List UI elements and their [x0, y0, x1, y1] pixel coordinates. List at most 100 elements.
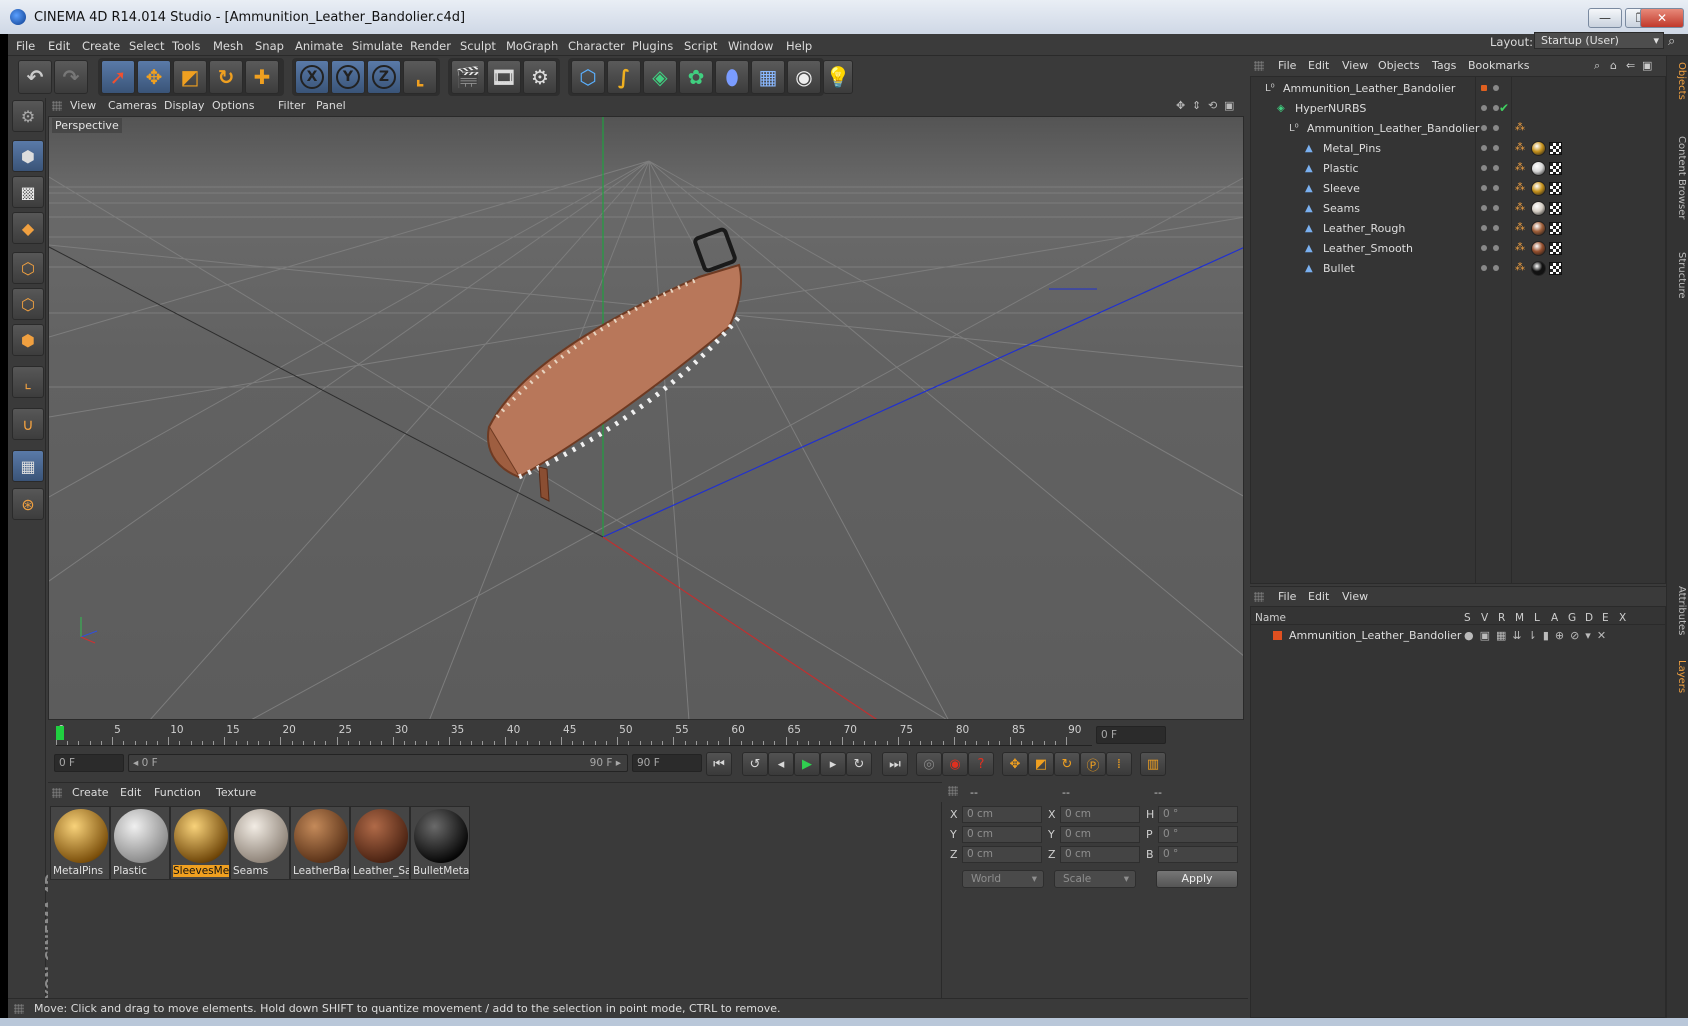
- collapse-icon[interactable]: ⇐: [1626, 59, 1635, 72]
- material-thumbnail[interactable]: Plastic: [110, 806, 170, 880]
- objects-menu-file[interactable]: File: [1278, 59, 1296, 72]
- menu-character[interactable]: Character: [568, 39, 625, 53]
- phong-tag-icon[interactable]: ⁂: [1515, 162, 1525, 173]
- object-name[interactable]: Leather_Rough: [1323, 222, 1405, 235]
- tab-objects[interactable]: Objects: [1669, 62, 1687, 100]
- editor-visibility-dot[interactable]: [1481, 225, 1487, 231]
- editor-visibility-dot[interactable]: [1481, 145, 1487, 151]
- viewport-menu-display[interactable]: Display: [164, 99, 205, 112]
- editor-visibility-dot[interactable]: [1481, 265, 1487, 271]
- redo-icon[interactable]: ↷: [54, 60, 88, 94]
- viewport-menu-panel[interactable]: Panel: [316, 99, 346, 112]
- menu-mesh[interactable]: Mesh: [213, 39, 243, 53]
- object-name[interactable]: Ammunition_Leather_Bandolier: [1283, 82, 1455, 95]
- object-name[interactable]: HyperNURBS: [1295, 102, 1366, 115]
- layers-menu-view[interactable]: View: [1342, 590, 1368, 603]
- render-visibility-dot[interactable]: [1493, 145, 1499, 151]
- object-tree-row[interactable]: ▲ Leather_Rough ⁂: [1251, 219, 1665, 239]
- rot-h-field[interactable]: 0 °: [1158, 806, 1238, 823]
- menu-window[interactable]: Window: [728, 39, 773, 53]
- next-key-icon[interactable]: ↻: [846, 752, 872, 776]
- objects-menu-tags[interactable]: Tags: [1432, 59, 1456, 72]
- object-tree-row[interactable]: L⁰ Ammunition_Leather_Bandolier: [1251, 79, 1665, 99]
- undo-icon[interactable]: ↶: [18, 60, 52, 94]
- floor-environment-icon[interactable]: ▦: [751, 60, 785, 94]
- material-tag-icon[interactable]: [1531, 201, 1546, 216]
- points-mode-icon[interactable]: ⬡: [12, 252, 44, 284]
- preview-range-slider[interactable]: ◂ 0 F 90 F ▸: [128, 754, 628, 772]
- material-tag-icon[interactable]: [1531, 221, 1546, 236]
- editor-visibility-dot[interactable]: [1481, 125, 1487, 131]
- object-name[interactable]: Metal_Pins: [1323, 142, 1381, 155]
- play-icon[interactable]: ▶: [794, 752, 820, 776]
- y-axis-lock-button[interactable]: Y: [331, 60, 365, 94]
- close-button[interactable]: ✕: [1640, 8, 1684, 28]
- menu-help[interactable]: Help: [786, 39, 812, 53]
- deformer-bend-icon[interactable]: ⬮: [715, 60, 749, 94]
- material-tag-icon[interactable]: [1531, 261, 1546, 276]
- menu-animate[interactable]: Animate: [295, 39, 343, 53]
- uvw-tag-icon[interactable]: [1549, 222, 1562, 235]
- workplane-mode-icon[interactable]: ◆: [12, 212, 44, 244]
- menu-render[interactable]: Render: [410, 39, 451, 53]
- menu-simulate[interactable]: Simulate: [352, 39, 403, 53]
- panel-grip-icon[interactable]: [52, 788, 62, 798]
- object-tree-row[interactable]: ▲ Sleeve ⁂: [1251, 179, 1665, 199]
- editor-visibility-dot[interactable]: [1481, 165, 1487, 171]
- material-tag-icon[interactable]: [1531, 141, 1546, 156]
- editor-visibility-dot[interactable]: [1481, 205, 1487, 211]
- key-rotation-icon[interactable]: ↻: [1054, 752, 1080, 776]
- panel-grip-icon[interactable]: [1254, 61, 1264, 71]
- phong-tag-icon[interactable]: ⁂: [1515, 242, 1525, 253]
- workplane-lock-icon[interactable]: ▦: [12, 450, 44, 482]
- previous-frame-icon[interactable]: ◂: [768, 752, 794, 776]
- key-position-icon[interactable]: ✥: [1002, 752, 1028, 776]
- coordinate-system-dropdown[interactable]: World ▾: [962, 870, 1044, 888]
- menu-file[interactable]: File: [16, 39, 35, 53]
- render-visibility-dot[interactable]: [1493, 185, 1499, 191]
- phong-tag-icon[interactable]: ⁂: [1515, 142, 1525, 153]
- uvw-tag-icon[interactable]: [1549, 202, 1562, 215]
- tab-structure[interactable]: Structure: [1669, 252, 1687, 299]
- render-visibility-dot[interactable]: [1493, 165, 1499, 171]
- rotate-tool-icon[interactable]: ↻: [209, 60, 243, 94]
- object-tree-row[interactable]: L⁰ Ammunition_Leather_Bandolier ⁂: [1251, 119, 1665, 139]
- editor-visibility-dot[interactable]: [1481, 185, 1487, 191]
- editor-visibility-dot[interactable]: [1481, 105, 1487, 111]
- object-name[interactable]: Seams: [1323, 202, 1360, 215]
- objects-menu-edit[interactable]: Edit: [1308, 59, 1329, 72]
- key-pla-icon[interactable]: ⁞: [1106, 752, 1132, 776]
- bandolier-model[interactable]: [487, 227, 742, 502]
- axis-mode-icon[interactable]: ⌞: [12, 366, 44, 398]
- live-selection-icon[interactable]: ➚: [101, 60, 135, 94]
- editor-visibility-dot[interactable]: [1481, 245, 1487, 251]
- menu-sculpt[interactable]: Sculpt: [460, 39, 496, 53]
- menu-select[interactable]: Select: [129, 39, 164, 53]
- object-tree-row[interactable]: ▲ Seams ⁂: [1251, 199, 1665, 219]
- snap-icon[interactable]: ⊛: [12, 488, 44, 520]
- phong-tag-icon[interactable]: ⁂: [1515, 202, 1525, 213]
- render-visibility-dot[interactable]: [1493, 245, 1499, 251]
- size-y-field[interactable]: 0 cm: [1060, 826, 1140, 843]
- coordinate-system-icon[interactable]: ⌞: [403, 60, 437, 94]
- add-tool-icon[interactable]: ✚: [245, 60, 279, 94]
- layer-col-generators[interactable]: G: [1568, 612, 1576, 624]
- search-icon[interactable]: ⌕: [1594, 59, 1600, 73]
- material-menu-edit[interactable]: Edit: [120, 786, 141, 799]
- material-tag-icon[interactable]: [1531, 241, 1546, 256]
- layer-name[interactable]: Ammunition_Leather_Bandolier: [1289, 629, 1461, 642]
- panel-grip-icon[interactable]: [14, 1004, 24, 1014]
- render-visibility-dot[interactable]: [1493, 125, 1499, 131]
- layer-col-view[interactable]: V: [1481, 612, 1488, 624]
- cube-primitive-icon[interactable]: ⬡: [571, 60, 605, 94]
- material-tag-icon[interactable]: [1531, 181, 1546, 196]
- phong-tag-icon[interactable]: ⁂: [1515, 262, 1525, 273]
- playhead-marker[interactable]: [56, 726, 64, 740]
- menu-snap[interactable]: Snap: [255, 39, 284, 53]
- layers-menu-edit[interactable]: Edit: [1308, 590, 1329, 603]
- 3d-viewport[interactable]: [48, 116, 1244, 720]
- uvw-tag-icon[interactable]: [1549, 182, 1562, 195]
- autokey-icon[interactable]: ◉: [942, 752, 968, 776]
- mograph-cloner-icon[interactable]: ✿: [679, 60, 713, 94]
- layer-col-locked[interactable]: L: [1534, 612, 1540, 624]
